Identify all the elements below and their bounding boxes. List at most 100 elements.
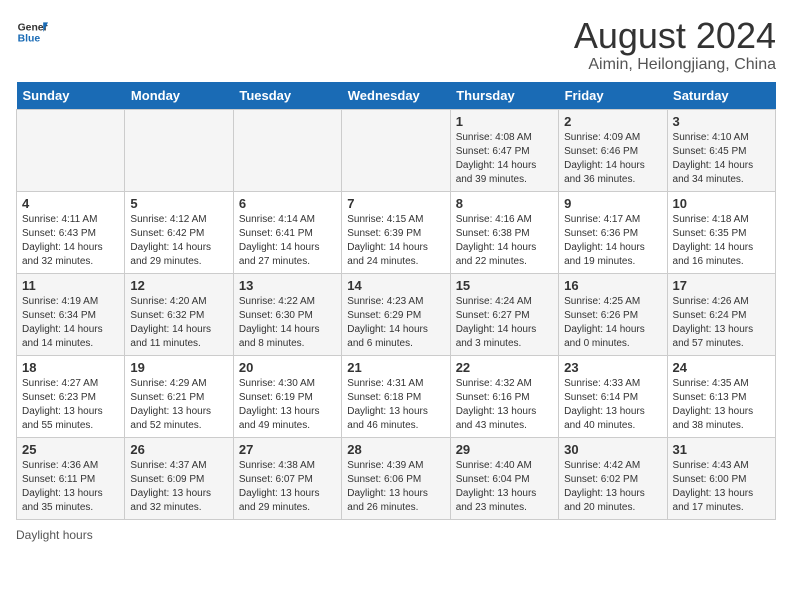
day-info: Sunrise: 4:29 AM Sunset: 6:21 PM Dayligh… [130, 377, 227, 433]
day-cell [342, 109, 450, 191]
day-info: Sunrise: 4:23 AM Sunset: 6:29 PM Dayligh… [347, 295, 444, 351]
day-number: 11 [22, 278, 119, 293]
day-info: Sunrise: 4:19 AM Sunset: 6:34 PM Dayligh… [22, 295, 119, 351]
day-info: Sunrise: 4:09 AM Sunset: 6:46 PM Dayligh… [564, 131, 661, 187]
day-cell: 7 Sunrise: 4:15 AM Sunset: 6:39 PM Daylig… [342, 191, 450, 273]
day-number: 16 [564, 278, 661, 293]
day-number: 4 [22, 196, 119, 211]
header-row: SundayMondayTuesdayWednesdayThursdayFrid… [17, 82, 776, 110]
day-info: Sunrise: 4:33 AM Sunset: 6:14 PM Dayligh… [564, 377, 661, 433]
day-cell: 13 Sunrise: 4:22 AM Sunset: 6:30 PM Dayli… [233, 273, 341, 355]
day-info: Sunrise: 4:11 AM Sunset: 6:43 PM Dayligh… [22, 213, 119, 269]
day-info: Sunrise: 4:42 AM Sunset: 6:02 PM Dayligh… [564, 459, 661, 515]
logo-icon: General Blue [16, 16, 48, 48]
logo: General Blue [16, 16, 48, 48]
day-number: 3 [673, 114, 770, 129]
day-info: Sunrise: 4:35 AM Sunset: 6:13 PM Dayligh… [673, 377, 770, 433]
day-cell: 1 Sunrise: 4:08 AM Sunset: 6:47 PM Daylig… [450, 109, 558, 191]
day-cell: 31Sunrise: 4:43 AM Sunset: 6:00 PM Dayli… [667, 437, 775, 519]
day-cell: 25 Sunrise: 4:36 AM Sunset: 6:11 PM Dayli… [17, 437, 125, 519]
header-day-tuesday: Tuesday [233, 82, 341, 110]
day-cell: 3 Sunrise: 4:10 AM Sunset: 6:45 PM Daylig… [667, 109, 775, 191]
day-number: 8 [456, 196, 553, 211]
day-number: 5 [130, 196, 227, 211]
day-cell: 5 Sunrise: 4:12 AM Sunset: 6:42 PM Daylig… [125, 191, 233, 273]
day-number: 17 [673, 278, 770, 293]
day-cell: 18Sunrise: 4:27 AM Sunset: 6:23 PM Dayli… [17, 355, 125, 437]
day-number: 7 [347, 196, 444, 211]
day-cell [17, 109, 125, 191]
day-number: 13 [239, 278, 336, 293]
day-number: 21 [347, 360, 444, 375]
svg-text:Blue: Blue [18, 34, 41, 45]
day-number: 29 [456, 442, 553, 457]
day-cell: 6 Sunrise: 4:14 AM Sunset: 6:41 PM Daylig… [233, 191, 341, 273]
day-number: 20 [239, 360, 336, 375]
calendar-table: SundayMondayTuesdayWednesdayThursdayFrid… [16, 82, 776, 520]
day-cell: 28 Sunrise: 4:39 AM Sunset: 6:06 PM Dayli… [342, 437, 450, 519]
day-cell: 9Sunrise: 4:17 AM Sunset: 6:36 PM Daylig… [559, 191, 667, 273]
week-row-1: 1 Sunrise: 4:08 AM Sunset: 6:47 PM Daylig… [17, 109, 776, 191]
day-info: Sunrise: 4:15 AM Sunset: 6:39 PM Dayligh… [347, 213, 444, 269]
day-cell: 11 Sunrise: 4:19 AM Sunset: 6:34 PM Dayli… [17, 273, 125, 355]
day-cell: 19 Sunrise: 4:29 AM Sunset: 6:21 PM Dayli… [125, 355, 233, 437]
day-cell: 15 Sunrise: 4:24 AM Sunset: 6:27 PM Dayli… [450, 273, 558, 355]
day-info: Sunrise: 4:26 AM Sunset: 6:24 PM Dayligh… [673, 295, 770, 351]
day-number: 15 [456, 278, 553, 293]
day-number: 24 [673, 360, 770, 375]
day-info: Sunrise: 4:16 AM Sunset: 6:38 PM Dayligh… [456, 213, 553, 269]
day-cell: 30 Sunrise: 4:42 AM Sunset: 6:02 PM Dayli… [559, 437, 667, 519]
day-cell: 21 Sunrise: 4:31 AM Sunset: 6:18 PM Dayli… [342, 355, 450, 437]
day-number: 9 [564, 196, 661, 211]
day-cell: 27Sunrise: 4:38 AM Sunset: 6:07 PM Dayli… [233, 437, 341, 519]
week-row-4: 18Sunrise: 4:27 AM Sunset: 6:23 PM Dayli… [17, 355, 776, 437]
header-day-friday: Friday [559, 82, 667, 110]
day-number: 22 [456, 360, 553, 375]
day-cell: 8 Sunrise: 4:16 AM Sunset: 6:38 PM Daylig… [450, 191, 558, 273]
day-info: Sunrise: 4:18 AM Sunset: 6:35 PM Dayligh… [673, 213, 770, 269]
day-cell: 29 Sunrise: 4:40 AM Sunset: 6:04 PM Dayli… [450, 437, 558, 519]
week-row-3: 11 Sunrise: 4:19 AM Sunset: 6:34 PM Dayli… [17, 273, 776, 355]
day-info: Sunrise: 4:31 AM Sunset: 6:18 PM Dayligh… [347, 377, 444, 433]
header-day-monday: Monday [125, 82, 233, 110]
day-cell: 10 Sunrise: 4:18 AM Sunset: 6:35 PM Dayli… [667, 191, 775, 273]
day-cell [125, 109, 233, 191]
day-info: Sunrise: 4:10 AM Sunset: 6:45 PM Dayligh… [673, 131, 770, 187]
day-info: Sunrise: 4:30 AM Sunset: 6:19 PM Dayligh… [239, 377, 336, 433]
day-info: Sunrise: 4:36 AM Sunset: 6:11 PM Dayligh… [22, 459, 119, 515]
day-number: 6 [239, 196, 336, 211]
day-number: 2 [564, 114, 661, 129]
day-number: 14 [347, 278, 444, 293]
day-number: 30 [564, 442, 661, 457]
day-cell: 24 Sunrise: 4:35 AM Sunset: 6:13 PM Dayli… [667, 355, 775, 437]
day-number: 23 [564, 360, 661, 375]
day-number: 19 [130, 360, 227, 375]
day-cell: 4 Sunrise: 4:11 AM Sunset: 6:43 PM Daylig… [17, 191, 125, 273]
day-info: Sunrise: 4:08 AM Sunset: 6:47 PM Dayligh… [456, 131, 553, 187]
day-info: Sunrise: 4:12 AM Sunset: 6:42 PM Dayligh… [130, 213, 227, 269]
day-cell: 14 Sunrise: 4:23 AM Sunset: 6:29 PM Dayli… [342, 273, 450, 355]
day-number: 10 [673, 196, 770, 211]
day-number: 31 [673, 442, 770, 457]
page-header: General Blue August 2024 Aimin, Heilongj… [16, 16, 776, 74]
day-cell: 12Sunrise: 4:20 AM Sunset: 6:32 PM Dayli… [125, 273, 233, 355]
day-number: 26 [130, 442, 227, 457]
day-number: 28 [347, 442, 444, 457]
day-cell: 23 Sunrise: 4:33 AM Sunset: 6:14 PM Dayli… [559, 355, 667, 437]
day-cell: 16Sunrise: 4:25 AM Sunset: 6:26 PM Dayli… [559, 273, 667, 355]
day-info: Sunrise: 4:40 AM Sunset: 6:04 PM Dayligh… [456, 459, 553, 515]
day-number: 12 [130, 278, 227, 293]
day-number: 27 [239, 442, 336, 457]
day-info: Sunrise: 4:39 AM Sunset: 6:06 PM Dayligh… [347, 459, 444, 515]
title-block: August 2024 Aimin, Heilongjiang, China [574, 16, 776, 74]
day-cell: 2 Sunrise: 4:09 AM Sunset: 6:46 PM Daylig… [559, 109, 667, 191]
day-number: 25 [22, 442, 119, 457]
day-info: Sunrise: 4:14 AM Sunset: 6:41 PM Dayligh… [239, 213, 336, 269]
day-info: Sunrise: 4:22 AM Sunset: 6:30 PM Dayligh… [239, 295, 336, 351]
day-info: Sunrise: 4:37 AM Sunset: 6:09 PM Dayligh… [130, 459, 227, 515]
week-row-5: 25 Sunrise: 4:36 AM Sunset: 6:11 PM Dayli… [17, 437, 776, 519]
day-cell: 22Sunrise: 4:32 AM Sunset: 6:16 PM Dayli… [450, 355, 558, 437]
day-number: 1 [456, 114, 553, 129]
footer: Daylight hours [16, 528, 776, 542]
day-info: Sunrise: 4:24 AM Sunset: 6:27 PM Dayligh… [456, 295, 553, 351]
